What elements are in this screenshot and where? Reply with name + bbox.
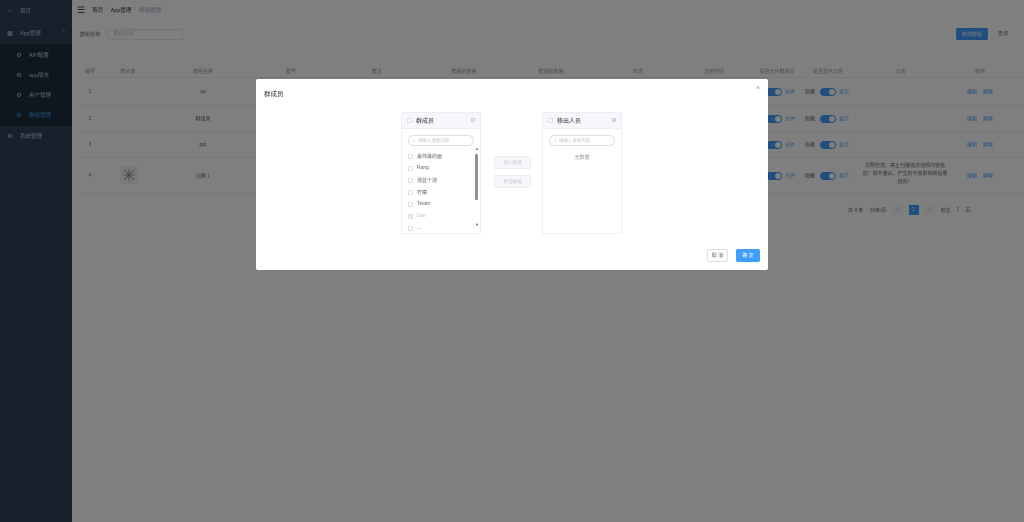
member-name: Dan: [417, 213, 427, 219]
panel-count: 0/: [470, 117, 475, 124]
close-icon[interactable]: ×: [756, 85, 760, 92]
select-all-checkbox[interactable]: [407, 118, 412, 123]
member-name: ...: [417, 225, 422, 231]
member-checkbox: [408, 213, 413, 219]
member-name: 柠檬: [417, 189, 428, 196]
member-checkbox[interactable]: [408, 153, 413, 159]
member-checkbox[interactable]: [408, 225, 413, 231]
list-item[interactable]: Tester: [402, 198, 480, 210]
dialog-title: 群成员: [264, 91, 284, 98]
panel-header: 移出人员 0/: [543, 113, 621, 129]
move-in-button[interactable]: 加入群组: [494, 156, 531, 169]
list-item[interactable]: 测显个测: [402, 174, 480, 186]
member-name: Rang: [417, 165, 429, 171]
member-list: 最帅最的画 Rang 测显个测 柠檬 Tester Dan ... ▲ ▼: [402, 146, 480, 233]
search-icon: ⌕: [413, 137, 416, 144]
panel-title: 移出人员: [557, 119, 582, 125]
confirm-button[interactable]: 确 定: [736, 249, 760, 262]
group-members-dialog: 群成员 × 群成员 0/ ⌕ 请输入搜索内容 最帅最的画 Rang 测显个测 柠…: [256, 79, 768, 270]
member-checkbox[interactable]: [408, 201, 413, 207]
member-checkbox[interactable]: [408, 165, 413, 171]
list-item[interactable]: ...: [402, 222, 480, 233]
member-filter-input[interactable]: ⌕ 请输入搜索内容: [408, 135, 474, 146]
list-item[interactable]: 柠檬: [402, 186, 480, 198]
panel-count: 0/: [611, 117, 616, 124]
move-out-button[interactable]: 移出群组: [494, 175, 531, 188]
select-all-checkbox[interactable]: [548, 118, 553, 123]
scroll-down-icon[interactable]: ▼: [475, 222, 479, 227]
filter-placeholder: 请输入搜索内容: [558, 137, 591, 143]
list-item[interactable]: 最帅最的画: [402, 150, 480, 162]
cancel-button[interactable]: 取 消: [707, 249, 728, 262]
member-checkbox[interactable]: [408, 177, 413, 183]
member-name: 测显个测: [417, 177, 438, 184]
list-item[interactable]: Rang: [402, 162, 480, 174]
empty-text: 无数据: [574, 155, 590, 161]
member-checkbox[interactable]: [408, 189, 413, 195]
scrollbar-thumb[interactable]: [475, 154, 478, 200]
member-name: Tester: [417, 201, 431, 207]
list-item: Dan: [402, 210, 480, 222]
members-transfer-panel: 群成员 0/ ⌕ 请输入搜索内容 最帅最的画 Rang 测显个测 柠檬 Test…: [401, 112, 481, 234]
removed-filter-input[interactable]: ⌕ 请输入搜索内容: [549, 135, 615, 146]
panel-title: 群成员: [416, 119, 435, 125]
scroll-up-icon[interactable]: ▲: [475, 146, 479, 151]
filter-placeholder: 请输入搜索内容: [417, 137, 450, 143]
member-name: 最帅最的画: [417, 153, 443, 160]
removed-transfer-panel: 移出人员 0/ ⌕ 请输入搜索内容 无数据: [542, 112, 622, 234]
panel-header: 群成员 0/: [402, 113, 480, 129]
search-icon: ⌕: [554, 137, 557, 144]
